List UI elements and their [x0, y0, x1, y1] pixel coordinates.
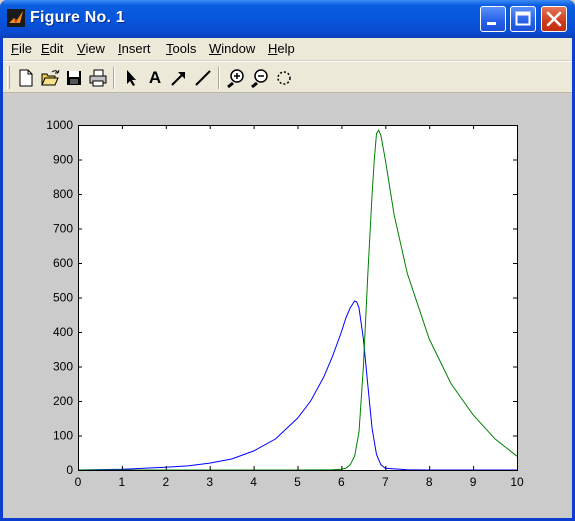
close-icon [546, 11, 562, 27]
figure-toolbar: A [3, 61, 572, 93]
y-tick-label: 800 [53, 187, 73, 201]
y-tick-label: 200 [53, 394, 73, 408]
x-tick-label: 1 [119, 475, 126, 489]
menu-view[interactable]: View [77, 41, 105, 56]
maximize-icon [515, 11, 531, 26]
rotate-3d-icon[interactable] [273, 67, 295, 89]
new-file-icon[interactable] [15, 67, 37, 89]
zoom-out-icon[interactable] [249, 67, 271, 89]
x-tick-label: 7 [382, 475, 389, 489]
toolbar-separator [218, 67, 220, 89]
y-tick-label: 400 [53, 325, 73, 339]
toolbar-separator [113, 67, 115, 89]
menu-tools[interactable]: Tools [166, 41, 196, 56]
figure-window: Figure No. 1 File Edit View Insert Tools… [0, 0, 575, 521]
x-tick-label: 4 [250, 475, 257, 489]
save-icon[interactable] [63, 67, 85, 89]
toolbar-grip[interactable] [7, 66, 10, 89]
menu-help[interactable]: Help [268, 41, 295, 56]
line-chart[interactable]: 0 1 2 3 4 5 6 7 8 9 100100200300400500600700800900… [3, 94, 572, 518]
x-tick-label: 2 [162, 475, 169, 489]
x-tick-label: 5 [294, 475, 301, 489]
y-tick-label: 700 [53, 222, 73, 236]
title-bar[interactable]: Figure No. 1 [0, 0, 575, 38]
zoom-in-icon[interactable] [225, 67, 247, 89]
print-icon[interactable] [87, 67, 109, 89]
x-tick-label: 6 [338, 475, 345, 489]
menu-window[interactable]: Window [209, 41, 255, 56]
maximize-button[interactable] [510, 6, 536, 32]
y-tick-label: 600 [53, 256, 73, 270]
x-tick-label: 0 [75, 475, 82, 489]
insert-arrow-icon[interactable] [168, 67, 190, 89]
figure-client-area: File Edit View Insert Tools Window Help [3, 38, 572, 518]
x-tick-label: 3 [206, 475, 213, 489]
y-tick-label: 1000 [46, 118, 73, 132]
insert-line-icon[interactable] [192, 67, 214, 89]
matlab-logo-icon [7, 9, 25, 27]
minimize-button[interactable] [480, 6, 506, 32]
window-title: Figure No. 1 [30, 9, 125, 26]
menu-insert[interactable]: Insert [118, 41, 151, 56]
x-tick-label: 10 [510, 475, 524, 489]
close-button[interactable] [541, 6, 567, 32]
select-arrow-icon[interactable] [120, 67, 142, 89]
minimize-icon [487, 22, 496, 25]
menu-bar: File Edit View Insert Tools Window Help [3, 38, 572, 60]
menu-file[interactable]: File [11, 41, 32, 56]
menu-edit[interactable]: Edit [41, 41, 63, 56]
y-tick-label: 500 [53, 291, 73, 305]
insert-text-icon[interactable]: A [144, 67, 166, 89]
y-tick-label: 300 [53, 360, 73, 374]
x-tick-label: 9 [470, 475, 477, 489]
y-tick-label: 100 [53, 429, 73, 443]
y-tick-label: 0 [66, 463, 73, 477]
figure-canvas[interactable]: 0 1 2 3 4 5 6 7 8 9 10 0 100 200 300 400 500 600 700 800 900… [3, 94, 572, 518]
y-tick-label: 900 [53, 153, 73, 167]
open-folder-icon[interactable] [39, 67, 61, 89]
x-tick-label: 8 [426, 475, 433, 489]
